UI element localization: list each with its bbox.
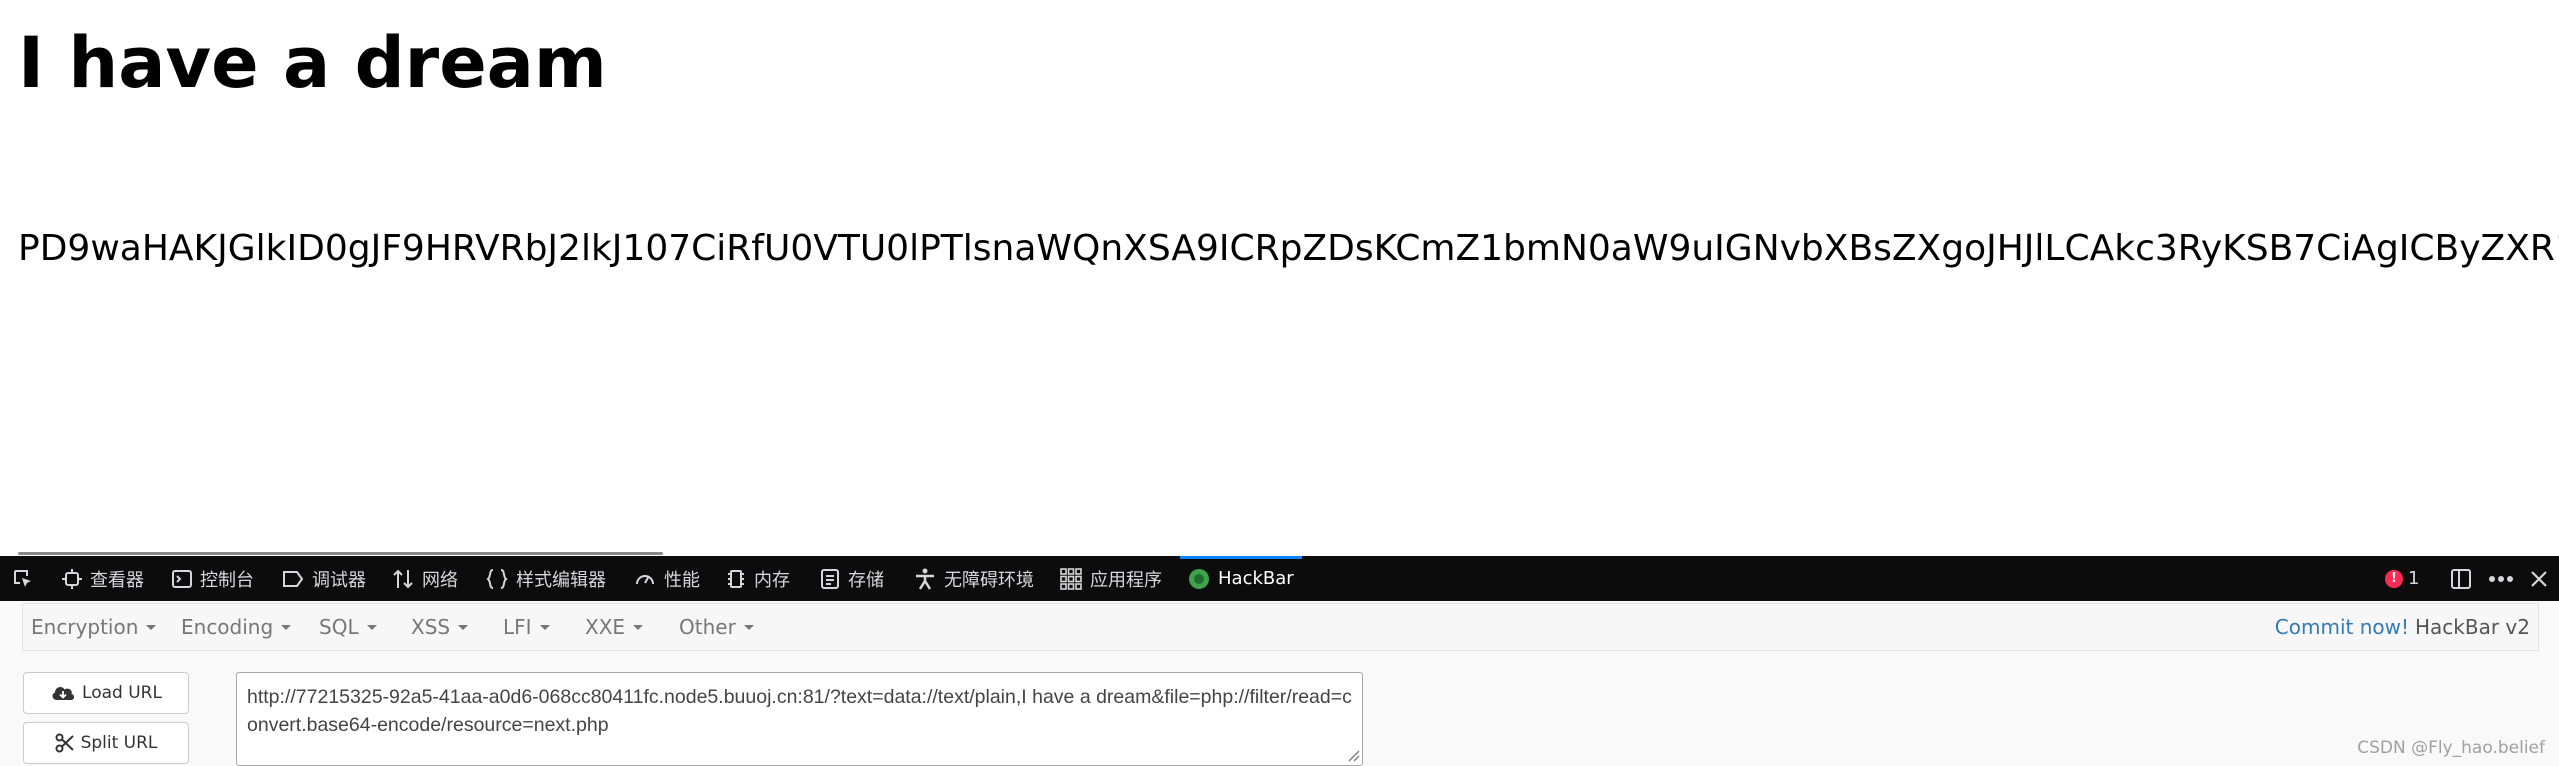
more-options-button[interactable] <box>2488 556 2514 601</box>
page-heading: I have a dream <box>18 22 607 104</box>
tab-label: 调试器 <box>312 569 366 591</box>
inspector-icon <box>62 568 82 589</box>
load-url-button[interactable]: Load URL <box>23 672 189 714</box>
menu-label: XSS <box>411 615 451 639</box>
accessibility-icon <box>916 568 934 590</box>
devtools-toolbar: 查看器 控制台 调试器 网络 样式编辑器 性能 内存 存储 无障碍环境 应用程序… <box>0 556 2559 601</box>
hackbar-menu-bar: Encryption Encoding SQL XSS LFI XXE Othe… <box>22 603 2539 651</box>
tab-memory[interactable]: 内存 <box>726 556 790 601</box>
tab-label: 性能 <box>664 569 700 591</box>
storage-icon <box>821 568 839 589</box>
element-picker-button[interactable] <box>12 556 42 601</box>
tab-label: 应用程序 <box>1090 569 1162 591</box>
debugger-icon <box>283 570 304 587</box>
caret-down-icon <box>743 624 754 630</box>
tab-accessibility[interactable]: 无障碍环境 <box>914 556 1034 601</box>
tab-console[interactable]: 控制台 <box>172 556 254 601</box>
dock-side-icon <box>2451 568 2471 589</box>
tab-inspector[interactable]: 查看器 <box>62 556 144 601</box>
menu-label: Encryption <box>31 615 139 639</box>
devtools-panel: 查看器 控制台 调试器 网络 样式编辑器 性能 内存 存储 无障碍环境 应用程序… <box>0 556 2559 766</box>
split-url-button[interactable]: Split URL <box>23 722 189 764</box>
menu-sql[interactable]: SQL <box>319 604 377 650</box>
caret-down-icon <box>366 624 377 630</box>
horizontal-scrollbar[interactable] <box>18 552 663 555</box>
base64-output-text: PD9waHAKJGlkID0gJF9HRVRbJ2lkJ107CiRfU0VT… <box>18 228 2559 269</box>
menu-xss[interactable]: XSS <box>411 604 469 650</box>
tab-label: 内存 <box>754 569 790 591</box>
tab-style-editor[interactable]: 样式编辑器 <box>486 556 606 601</box>
menu-label: LFI <box>503 615 532 639</box>
menu-encoding[interactable]: Encoding <box>181 604 292 650</box>
caret-down-icon <box>539 624 550 630</box>
console-error-counter[interactable]: ! 1 <box>2385 556 2419 601</box>
menu-label: XXE <box>585 615 626 639</box>
caret-down-icon <box>146 624 157 630</box>
performance-icon <box>636 574 654 584</box>
hackbar-icon <box>1189 568 1209 589</box>
tab-network[interactable]: 网络 <box>392 556 458 601</box>
scissors-icon <box>55 733 74 753</box>
application-icon <box>1060 567 1082 590</box>
element-picker-icon <box>14 569 31 587</box>
tab-performance[interactable]: 性能 <box>634 556 700 601</box>
caret-down-icon <box>281 624 292 630</box>
hackbar-version: HackBar v2 <box>2415 615 2530 639</box>
more-horizontal-icon <box>2489 575 2513 582</box>
menu-lfi[interactable]: LFI <box>503 604 550 650</box>
hackbar-brand: Commit now! HackBar v2 <box>2275 604 2530 650</box>
caret-down-icon <box>633 624 644 630</box>
memory-icon <box>728 569 744 588</box>
style-editor-icon <box>486 568 508 589</box>
tab-label: 网络 <box>422 569 458 591</box>
tab-label: HackBar <box>1218 568 1294 589</box>
url-textarea[interactable]: http://77215325-92a5-41aa-a0d6-068cc8041… <box>236 672 1363 766</box>
browser-viewport: I have a dream PD9waHAKJGlkID0gJF9HRVRbJ… <box>0 0 2559 766</box>
menu-label: Encoding <box>181 615 274 639</box>
tab-label: 查看器 <box>90 569 144 591</box>
menu-label: SQL <box>319 615 359 639</box>
cloud-download-icon <box>52 687 75 700</box>
caret-down-icon <box>458 624 469 630</box>
dock-side-button[interactable] <box>2450 556 2472 601</box>
menu-label: Other <box>679 615 736 639</box>
menu-encryption[interactable]: Encryption <box>31 604 157 650</box>
commit-now-link[interactable]: Commit now! <box>2275 615 2409 639</box>
tab-storage[interactable]: 存储 <box>820 556 884 601</box>
menu-other[interactable]: Other <box>679 604 754 650</box>
menu-xxe[interactable]: XXE <box>585 604 644 650</box>
button-label: Split URL <box>80 733 158 753</box>
tab-debugger[interactable]: 调试器 <box>282 556 366 601</box>
tab-label: 样式编辑器 <box>516 569 606 591</box>
tab-label: 存储 <box>848 569 884 591</box>
close-devtools-button[interactable] <box>2530 556 2548 601</box>
tab-hackbar[interactable]: HackBar <box>1180 556 1302 601</box>
error-count: 1 <box>2408 568 2420 589</box>
tab-label: 无障碍环境 <box>944 569 1034 591</box>
error-icon: ! <box>2385 569 2403 588</box>
tab-label: 控制台 <box>200 569 254 591</box>
console-icon <box>172 569 192 588</box>
watermark: CSDN @Fly_hao.belief <box>2357 738 2545 758</box>
button-label: Load URL <box>82 683 162 703</box>
close-icon <box>2531 570 2547 587</box>
tab-application[interactable]: 应用程序 <box>1060 556 1162 601</box>
resize-grip-icon[interactable] <box>1346 748 1360 762</box>
network-icon <box>393 569 413 588</box>
